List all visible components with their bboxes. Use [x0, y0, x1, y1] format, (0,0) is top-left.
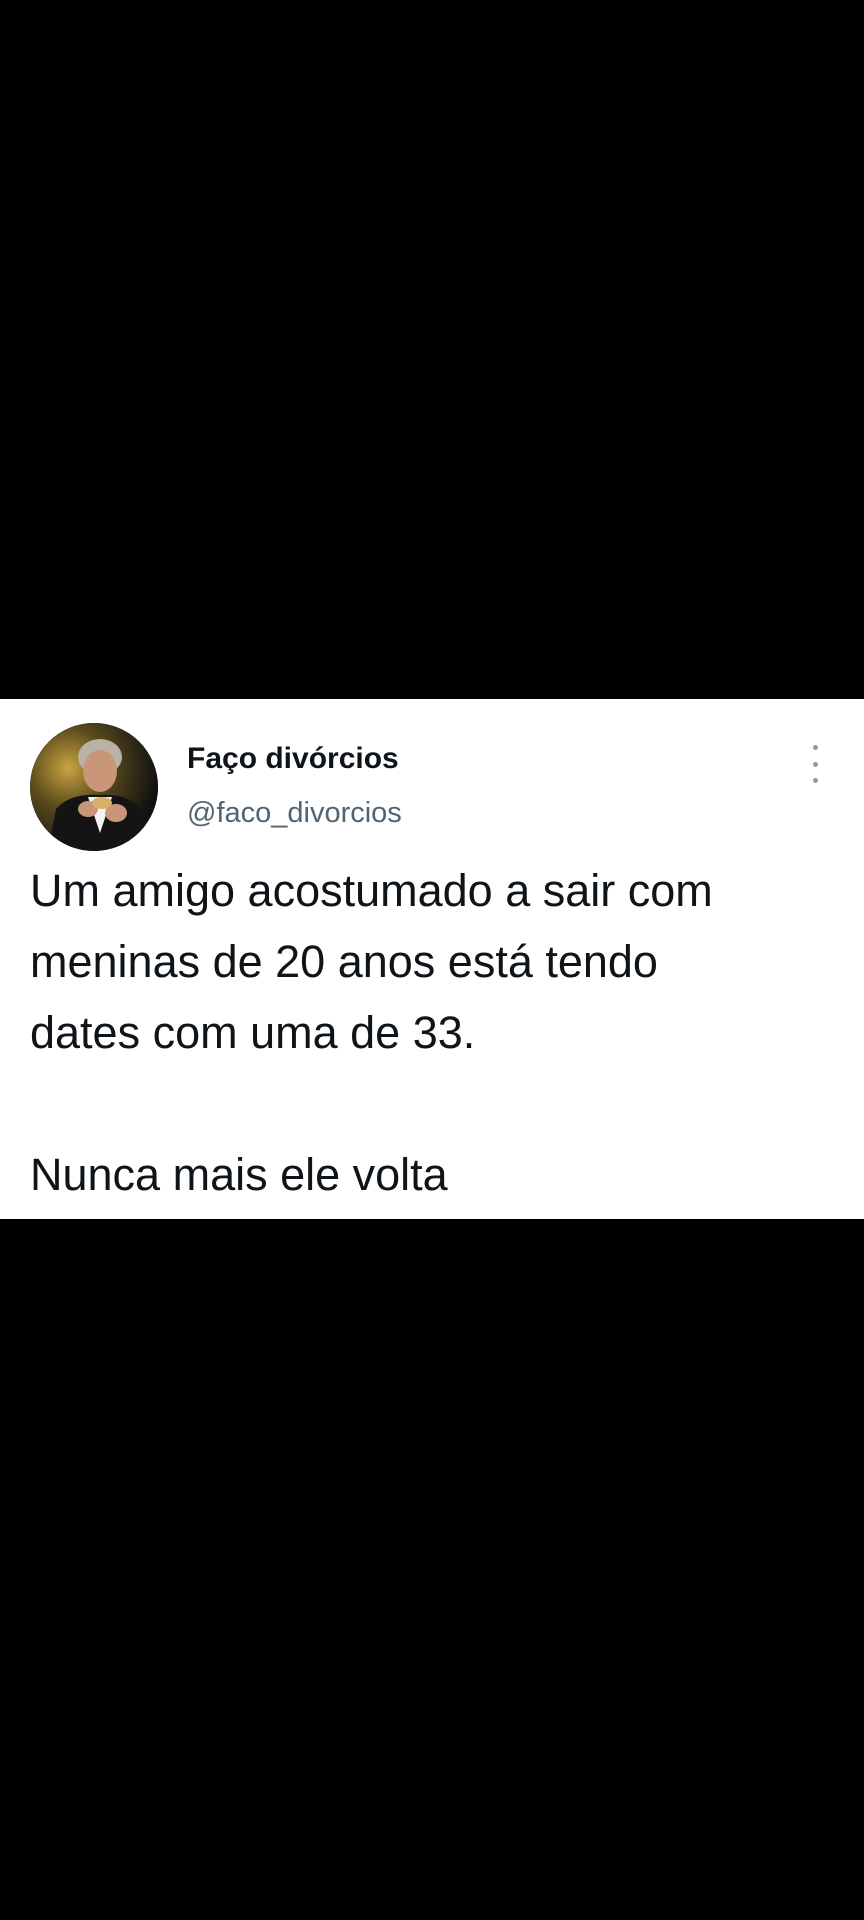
tweet-text-line: dates com uma de 33.	[30, 1007, 476, 1058]
avatar[interactable]	[30, 723, 158, 851]
tweet-text: Um amigo acostumado a sair com meninas d…	[30, 855, 840, 1210]
more-options-button[interactable]	[800, 741, 830, 787]
tweet-card[interactable]: Faço divórcios @faco_divorcios Um amigo …	[0, 699, 864, 1219]
tweet-text-line: Nunca mais ele volta	[30, 1149, 448, 1200]
bottom-black-area	[0, 1219, 864, 1920]
tweet-text-line: Um amigo acostumado a sair com	[30, 865, 713, 916]
top-black-area	[0, 0, 864, 699]
more-vertical-icon-dot	[812, 761, 818, 767]
more-vertical-icon-dot	[812, 778, 818, 783]
more-vertical-icon	[812, 745, 818, 750]
author-display-name[interactable]: Faço divórcios	[187, 742, 399, 776]
author-handle[interactable]: @faco_divorcios	[187, 797, 402, 830]
profile-photo	[30, 723, 158, 851]
tweet-text-line: meninas de 20 anos está tendo	[30, 936, 658, 987]
